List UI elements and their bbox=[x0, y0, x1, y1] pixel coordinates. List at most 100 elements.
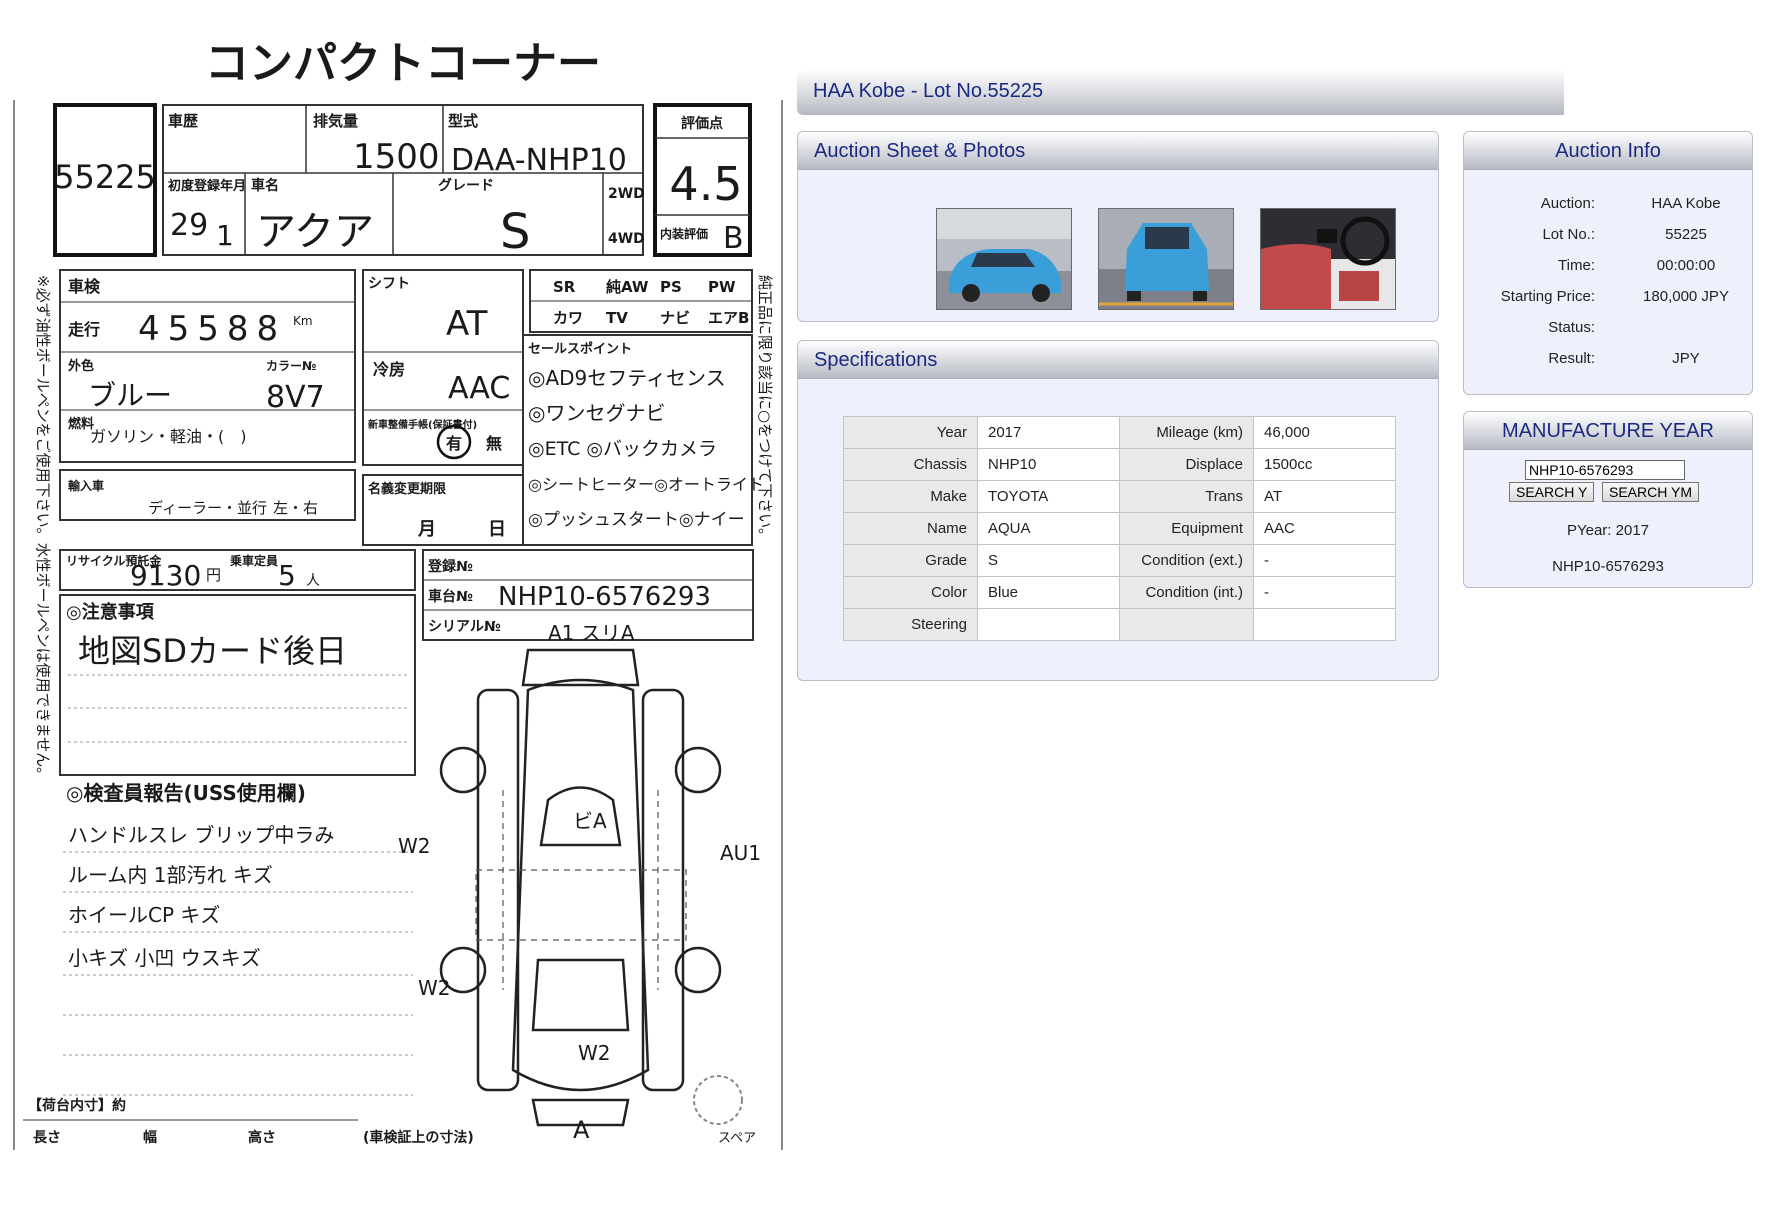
sheet-manual-no: 無 bbox=[486, 434, 502, 453]
spec-value: 1500cc bbox=[1253, 448, 1396, 481]
sheet-sales-2: ◎ETC ◎バックカメラ bbox=[528, 438, 717, 460]
spec-value: 46,000 bbox=[1253, 416, 1396, 449]
info-value: 00:00:00 bbox=[1656, 257, 1716, 274]
diagram-mark-1: ビA bbox=[573, 809, 607, 833]
info-value: 180,000 JPY bbox=[1643, 288, 1729, 305]
sheet-2wd: 2WD bbox=[608, 186, 645, 202]
auction-info-row: Auction: HAA Kobe bbox=[1464, 195, 1752, 215]
sheet-handle: 左・右 bbox=[273, 499, 318, 517]
lot-title: HAA Kobe - Lot No.55225 bbox=[813, 80, 1044, 102]
sheet-day: 日 bbox=[488, 519, 506, 540]
sheet-history-label: 車歴 bbox=[168, 112, 198, 130]
sheet-car-name: アクア bbox=[256, 209, 374, 255]
spec-key: Condition (ext.) bbox=[1119, 544, 1254, 577]
sheet-interior-label: 内装評価 bbox=[660, 226, 708, 241]
info-value: HAA Kobe bbox=[1651, 195, 1721, 212]
car-interior-thumbnail[interactable] bbox=[1260, 208, 1396, 310]
sheet-first-reg-month: 1 bbox=[216, 219, 234, 252]
sheet-ac: AAC bbox=[448, 371, 510, 406]
spec-row: Chassis NHP10 Displace 1500cc bbox=[843, 448, 1396, 481]
spec-row: Grade S Condition (ext.) - bbox=[843, 544, 1396, 577]
sheet-shift-label: シフト bbox=[368, 276, 410, 292]
diagram-mark-0: A1 スリA bbox=[548, 621, 635, 645]
sheet-inspector-1: ルーム内 1部汚れ キズ bbox=[68, 863, 273, 887]
sheet-side-note-right: 純正品に限り該当に○をつけて下さい。 bbox=[756, 275, 774, 543]
sheet-sales-4: ◎プッシュスタート◎ナイー bbox=[528, 510, 745, 530]
car-front-thumbnail[interactable] bbox=[936, 208, 1072, 310]
sheet-equip-h2: PS bbox=[660, 278, 682, 296]
sheet-name-change-label: 名義変更期限 bbox=[368, 481, 447, 497]
sheet-lot-number: 55225 bbox=[54, 158, 156, 196]
sheet-import-label: 輸入車 bbox=[68, 478, 104, 493]
sheet-sales-label: セールスポイント bbox=[528, 341, 632, 357]
info-key: Starting Price: bbox=[1500, 288, 1595, 305]
sheet-model-label: 型式 bbox=[448, 112, 478, 130]
sheet-reg-label: 登録№ bbox=[427, 558, 473, 575]
spec-value: 2017 bbox=[977, 416, 1120, 449]
spec-row: Steering bbox=[843, 608, 1396, 641]
info-key: Auction: bbox=[1540, 195, 1595, 212]
sheet-interior-score: B bbox=[723, 221, 744, 256]
sheet-sales-3: ◎シートヒーター◎オートライト bbox=[528, 475, 764, 494]
sheet-equip-h1: 純AW bbox=[606, 278, 649, 296]
spec-key: Equipment bbox=[1119, 512, 1254, 545]
spec-row: Year 2017 Mileage (km) 46,000 bbox=[843, 416, 1396, 449]
spec-key: Color bbox=[843, 576, 978, 609]
sheet-notes: 地図SDカード後日 bbox=[78, 632, 347, 670]
sheet-ac-label: 冷房 bbox=[373, 360, 405, 379]
sheet-cargo-len: 長さ bbox=[33, 1130, 61, 1146]
sheet-chassis-label: 車台№ bbox=[428, 588, 473, 605]
auction-info-title: Auction Info bbox=[1464, 132, 1752, 170]
sheet-cargo-note: (車検証上の寸法) bbox=[363, 1129, 474, 1146]
spec-key: Chassis bbox=[843, 448, 978, 481]
sheet-color: ブルー bbox=[88, 379, 172, 412]
sheet-score-label: 評価点 bbox=[681, 115, 723, 132]
spec-key: Year bbox=[843, 416, 978, 449]
sheet-equip-h0: SR bbox=[553, 278, 576, 296]
spec-row: Color Blue Condition (int.) - bbox=[843, 576, 1396, 609]
production-year: PYear: 2017 bbox=[1566, 522, 1650, 539]
spec-key: Trans bbox=[1119, 480, 1254, 513]
sheet-equip-h5: TV bbox=[606, 309, 628, 327]
sheet-mileage-label: 走行 bbox=[67, 320, 100, 339]
search-year-month-button[interactable]: SEARCH YM bbox=[1602, 482, 1699, 502]
sheet-equip-h7: エアB bbox=[708, 309, 749, 327]
sheet-manual-label: 新車整備手帳(保証書付) bbox=[368, 418, 477, 431]
chassis-result: NHP10-6576293 bbox=[1552, 558, 1664, 575]
sheet-chassis-no: NHP10-6576293 bbox=[498, 582, 711, 612]
sheet-score: 4.5 bbox=[669, 157, 742, 211]
spec-value bbox=[977, 608, 1120, 641]
info-value: 55225 bbox=[1665, 226, 1707, 243]
sheet-manual-yes: 有 bbox=[446, 434, 462, 453]
spec-value: AT bbox=[1253, 480, 1396, 513]
sheet-inspection-label: 車検 bbox=[68, 277, 101, 296]
diagram-mark-6: A bbox=[573, 1116, 590, 1144]
spec-value: NHP10 bbox=[977, 448, 1120, 481]
spec-value: Blue bbox=[977, 576, 1120, 609]
sheet-grade-label: グレード bbox=[438, 177, 494, 194]
photos-panel: Auction Sheet & Photos bbox=[797, 131, 1439, 322]
sheet-capacity-label: 乗車定員 bbox=[230, 553, 278, 568]
spec-value bbox=[1253, 608, 1396, 641]
spec-value: AQUA bbox=[977, 512, 1120, 545]
sheet-shift: AT bbox=[446, 304, 488, 344]
sheet-displacement: 1500 bbox=[353, 137, 440, 177]
spec-value: AAC bbox=[1253, 512, 1396, 545]
search-year-button[interactable]: SEARCH Y bbox=[1509, 482, 1595, 502]
photos-panel-title: Auction Sheet & Photos bbox=[798, 132, 1438, 170]
spec-value: - bbox=[1253, 576, 1396, 609]
auction-info-row: Status: bbox=[1464, 319, 1752, 339]
sheet-sales-1: ◎ワンセグナビ bbox=[528, 401, 665, 425]
auction-info-row: Starting Price: 180,000 JPY bbox=[1464, 288, 1752, 308]
sheet-color-code-label: カラー№ bbox=[266, 359, 316, 373]
chassis-search-input[interactable] bbox=[1525, 460, 1685, 480]
car-rear-thumbnail[interactable] bbox=[1098, 208, 1234, 310]
info-key: Lot No.: bbox=[1542, 226, 1595, 243]
specifications-title: Specifications bbox=[798, 341, 1438, 379]
sheet-model-code: DAA-NHP10 bbox=[451, 143, 627, 178]
spec-key: Grade bbox=[843, 544, 978, 577]
sheet-recycle-fee: 9130 bbox=[130, 559, 201, 592]
spec-row: Name AQUA Equipment AAC bbox=[843, 512, 1396, 545]
spec-value: S bbox=[977, 544, 1120, 577]
sheet-fuel: ガソリン・軽油・( ) bbox=[90, 427, 247, 446]
